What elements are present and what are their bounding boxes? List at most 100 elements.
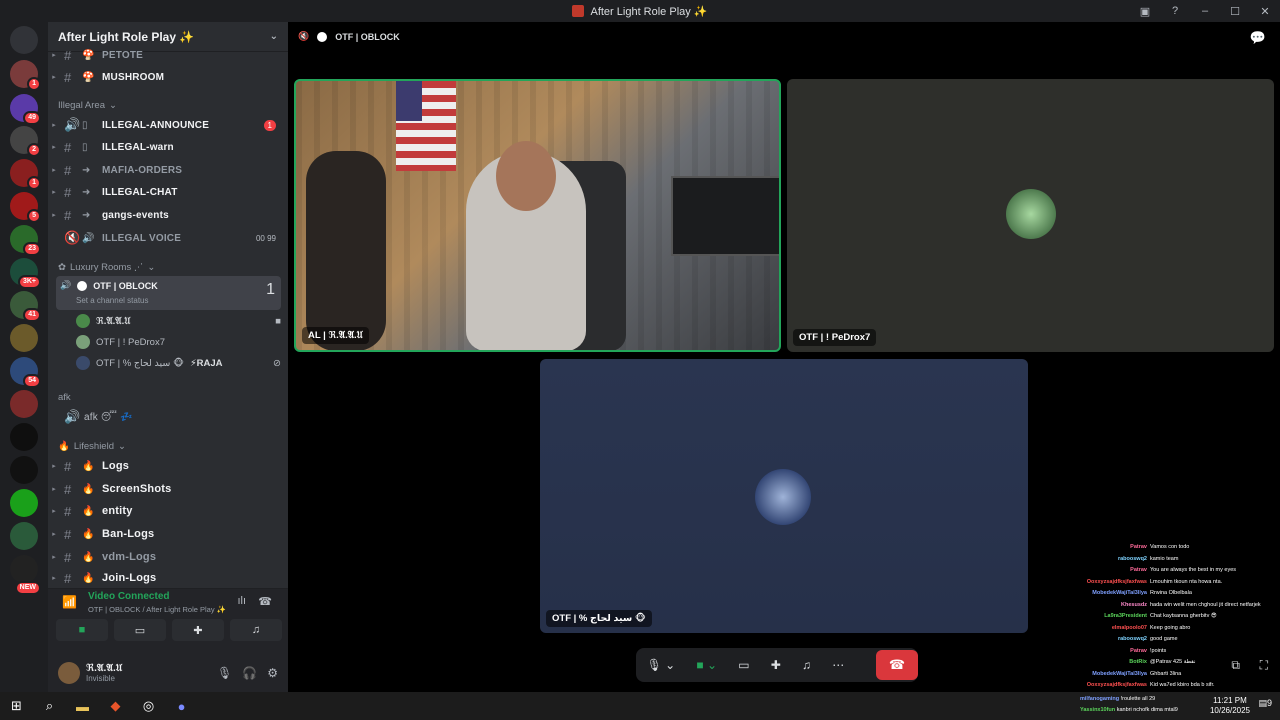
gear-icon[interactable]: ⚙ [267, 666, 278, 680]
chevron-down-icon: ⌄ [147, 262, 156, 273]
notification-icon[interactable]: ▤9 [1258, 698, 1272, 709]
channel-item[interactable]: ▸ # ➜ MAFIA-ORDERS [48, 159, 288, 181]
minimize-button[interactable]: – [1190, 5, 1220, 17]
channel-item[interactable]: ▸ # 🍄 MUSHROOM [48, 66, 288, 88]
voice-channel-item[interactable]: 🔊 afk 😴 💤 [48, 406, 288, 428]
folder-icon[interactable]: ▬ [66, 699, 99, 714]
channel-item[interactable]: ▸ 🔊 ▯ ILLEGAL-ANNOUNCE 1 [48, 114, 288, 136]
channel-name: ILLEGAL-warn [102, 141, 174, 153]
system-clock[interactable]: 11:21 PM 10/26/2025 [1210, 696, 1250, 716]
window-title: After Light Role Play ✨ [590, 5, 708, 18]
server-icon[interactable] [10, 423, 38, 451]
server-icon[interactable]: 5 [10, 192, 41, 223]
maximize-button[interactable]: ☐ [1220, 5, 1250, 18]
tile-label: AL | ℜ.𝔄.𝔄.𝔘 [302, 327, 369, 344]
inbox-icon[interactable]: ▣ [1130, 5, 1160, 18]
channel-status-hint[interactable]: Set a channel status [76, 296, 149, 305]
voice-user[interactable]: OTF | ! PeDrox7 [76, 332, 281, 352]
voice-channel-item[interactable]: 🔇 🔊 ILLEGAL VOICE 00 99 [48, 227, 288, 249]
browser-icon[interactable]: ◆ [99, 698, 132, 714]
server-icon[interactable]: 23 [10, 225, 41, 256]
category-label: Luxury Rooms ⋰ [69, 262, 144, 273]
help-icon[interactable]: ? [1160, 5, 1190, 17]
video-tile-avatar[interactable]: OTF | ! PeDrox7 [787, 79, 1274, 352]
clock-date: 10/26/2025 [1209, 706, 1250, 715]
server-icon[interactable]: 3K+ [10, 258, 41, 289]
voice-user[interactable]: OTF | % سيد لحاج 🐵 ⚡RAJA ⊘ [76, 353, 281, 373]
server-badge: 23 [23, 242, 41, 256]
chat-message: La9ra3President Chat kaytsanna gherbitv 😎 [1104, 613, 1217, 619]
category-illegal[interactable]: Illegal Area ⌄ [58, 100, 117, 111]
category-afk[interactable]: afk [58, 392, 71, 403]
mention-badge: 1 [263, 119, 276, 131]
channel-item[interactable]: ▸ # 🔥 vdm-Logs [48, 546, 288, 568]
server-badge: 1 [27, 77, 41, 91]
selected-voice-channel[interactable]: 🔊 OTF | OBLOCK Set a channel status 1 [56, 276, 281, 310]
server-icon[interactable]: 1 [10, 60, 41, 91]
channel-item[interactable]: ▸ # 🔥 Join-Logs [48, 568, 288, 588]
avatar[interactable] [58, 662, 80, 684]
channel-item[interactable]: ▸ # 🔥 Logs [48, 455, 288, 477]
screen-share-button[interactable]: ▭ [114, 619, 166, 641]
video-tile-camera[interactable]: AL | ℜ.𝔄.𝔄.𝔘 [294, 79, 781, 352]
server-badge: 2 [27, 143, 41, 157]
channel-item[interactable]: ▸ # ➜ ILLEGAL-CHAT [48, 181, 288, 203]
category-lifeshield[interactable]: 🔥 Lifeshield ⌄ [58, 441, 126, 452]
headphones-icon[interactable]: 🎧 [242, 666, 257, 680]
chat-bubble-icon[interactable]: 💬 [1250, 30, 1266, 46]
user-count: 00 [255, 233, 265, 243]
discord-home-icon[interactable] [10, 26, 38, 54]
start-icon[interactable]: ⊞ [0, 698, 33, 714]
disconnect-button[interactable]: ☎ [876, 650, 918, 680]
category-label: afk [58, 392, 71, 403]
camera-button[interactable]: ■ [56, 619, 108, 641]
voice-status[interactable]: Video Connected [88, 591, 170, 602]
noise-suppression-icon[interactable]: ılı [237, 595, 246, 607]
server-icon[interactable] [10, 522, 38, 550]
chat-message: MobedekWajiTal3llya Rrwina Olbelbala [1092, 590, 1192, 596]
channel-item[interactable]: ▸ # 🔥 Ban-Logs [48, 523, 288, 545]
server-icon[interactable]: 49 [10, 94, 41, 125]
app-icon[interactable]: ◎ [132, 698, 165, 714]
channel-item[interactable]: ▸ # ▯ ILLEGAL-warn [48, 136, 288, 158]
voice-connected-icon: 🔊 [60, 280, 72, 290]
more-options-button[interactable]: ⋯ [832, 658, 844, 672]
chat-overflow: milfanogaming !roulette all 29 Yassinx10… [1080, 696, 1178, 713]
status-dot-icon [317, 31, 328, 42]
video-tile-avatar[interactable]: OTF | % سيد لحاج 🐵 [540, 359, 1028, 633]
channel-item[interactable]: ▸ # 🔥 ScreenShots [48, 478, 288, 500]
close-button[interactable]: ✕ [1250, 5, 1280, 18]
server-icon[interactable] [10, 489, 38, 517]
disconnect-icon[interactable]: ☎ [258, 595, 272, 608]
activities-button[interactable]: ✚ [771, 658, 781, 672]
signal-icon: 📶 [62, 595, 77, 609]
discord-taskbar-icon[interactable]: ● [165, 699, 198, 714]
server-icon[interactable]: 41 [10, 291, 41, 322]
voice-user[interactable]: ℜ.𝔄.𝔄.𝔘 ■ [76, 311, 281, 331]
channel-item[interactable]: ▸ # 🍄 PETOTE [48, 44, 288, 66]
microphone-icon[interactable]: 🎙 [217, 666, 232, 680]
server-icon[interactable]: 54 [10, 357, 41, 388]
muted-icon: ⊘ [273, 357, 281, 369]
microphone-toggle[interactable]: 🎙 ⌄ [647, 658, 676, 672]
chevron-down-icon: ⌄ [269, 31, 278, 42]
user-tag: ⚡RAJA [189, 357, 223, 369]
server-icon[interactable] [10, 324, 38, 352]
channel-item[interactable]: ▸ # ➜ gangs-events [48, 204, 288, 226]
server-icon[interactable] [10, 456, 38, 484]
category-luxury[interactable]: ✿ Luxury Rooms ⋰ ⌄ [58, 262, 155, 273]
activities-button[interactable]: ✚ [172, 619, 224, 641]
server-icon[interactable] [10, 390, 38, 418]
camera-toggle[interactable]: ■ ⌄ [696, 658, 717, 672]
soundboard-button[interactable]: ♫ [230, 619, 282, 641]
screen-share-button[interactable]: ▭ [738, 658, 749, 672]
soundboard-button[interactable]: ♫ [802, 658, 811, 672]
status-dot-icon [77, 280, 88, 291]
search-icon[interactable]: ⌕ [33, 698, 66, 714]
server-badge: 1 [27, 176, 41, 190]
server-icon[interactable]: NEW [10, 555, 41, 595]
voice-location[interactable]: OTF | OBLOCK / After Light Role Play ✨ [88, 605, 226, 614]
channel-item[interactable]: ▸ # 🔥 entity [48, 500, 288, 522]
server-icon[interactable]: 2 [10, 126, 41, 157]
server-icon[interactable]: 1 [10, 159, 41, 190]
